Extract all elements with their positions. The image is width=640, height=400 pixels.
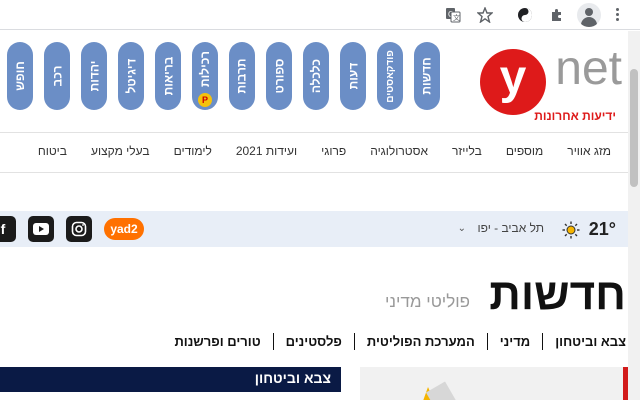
category-pill-podcasts[interactable]: פודקאסטים [377, 42, 403, 110]
category-nav: חדשות פודקאסטים דעות כלכלה ספורט תרבות ר… [7, 42, 440, 110]
featured-image[interactable] [360, 367, 628, 400]
page-title: חדשות [489, 270, 626, 319]
subnav-item-insurance[interactable]: ביטוח [38, 144, 67, 166]
social-links: f yad2 [0, 216, 144, 242]
divider [0, 132, 628, 133]
city-selector[interactable]: תל אביב - יפו [478, 221, 545, 235]
category-pill-news[interactable]: חדשות [414, 42, 440, 110]
youtube-icon[interactable] [28, 216, 54, 242]
category-pill-culture[interactable]: תרבות [229, 42, 255, 110]
logo-net-text: net [555, 42, 622, 95]
tab-political-system[interactable]: המערכת הפוליטית [353, 333, 487, 350]
divider [0, 172, 628, 173]
category-pill-gossip[interactable]: רכילות P [192, 42, 218, 110]
translate-icon[interactable]: G文 [442, 4, 464, 26]
subnav-item-astrology[interactable]: אסטרולוגיה [370, 144, 428, 166]
pplus-badge-icon: P [198, 93, 212, 107]
category-pill-cars[interactable]: רכב [44, 42, 70, 110]
tab-military-security[interactable]: צבא וביטחון [542, 333, 626, 350]
subnav-item-frogi[interactable]: פרוגי [321, 144, 346, 166]
subnav-item-blazer[interactable]: בלייזר [452, 144, 482, 166]
browser-menu-icon[interactable] [610, 7, 624, 23]
category-pill-digital[interactable]: דיגיטל [118, 42, 144, 110]
subnav-item-conferences[interactable]: ועידות 2021 [236, 144, 297, 166]
subnav-item-professionals[interactable]: בעלי מקצוע [91, 144, 150, 166]
ynet-page: y net ידיעות אחרונות חדשות פודקאסטים דעו… [0, 31, 628, 400]
facebook-icon[interactable]: f [0, 216, 16, 242]
sub-nav: מזג אוויר מוספים בלייזר אסטרולוגיה פרוגי… [38, 144, 628, 166]
section-strip[interactable]: צבא וביטחון [0, 367, 341, 392]
category-pill-health[interactable]: בריאות [155, 42, 181, 110]
weather-bar: 21° תל אביב - יפו ⌄ f yad2 [0, 211, 628, 247]
svg-text:文: 文 [453, 13, 460, 22]
ynet-logo[interactable]: y net ידיעות אחרונות [458, 42, 624, 131]
page-subtitle: פוליטי מדיני [385, 292, 470, 311]
chevron-down-icon[interactable]: ⌄ [458, 223, 466, 234]
logo-y-circle: y [480, 49, 546, 115]
yad2-logo[interactable]: yad2 [104, 218, 144, 240]
category-pill-vacation[interactable]: חופש [7, 42, 33, 110]
tab-palestinians[interactable]: פלסטינים [272, 333, 354, 350]
page-scrollbar[interactable] [628, 31, 640, 400]
section-strip-title: צבא וביטחון [254, 370, 331, 386]
category-pill-sports[interactable]: ספורט [266, 42, 292, 110]
subnav-item-studies[interactable]: לימודים [174, 144, 212, 166]
profile-avatar-icon[interactable] [577, 3, 601, 27]
logo-tagline: ידיעות אחרונות [534, 109, 616, 123]
tab-diplomatic[interactable]: מדיני [486, 333, 542, 350]
subnav-item-supplements[interactable]: מוספים [506, 144, 543, 166]
section-tabs: צבא וביטחון מדיני המערכת הפוליטית פלסטינ… [162, 333, 626, 350]
bookmark-star-icon[interactable] [474, 4, 496, 26]
scrollbar-thumb[interactable] [630, 69, 638, 187]
temperature: 21° [588, 219, 616, 239]
instagram-icon[interactable] [66, 216, 92, 242]
browser-toolbar: G文 [0, 0, 640, 30]
tab-columns-analysis[interactable]: טורים ופרשנות [162, 333, 272, 350]
extensions-puzzle-icon[interactable] [546, 4, 568, 26]
category-pill-opinions[interactable]: דעות [340, 42, 366, 110]
category-pill-judaism[interactable]: יהדות [81, 42, 107, 110]
sun-icon [562, 221, 580, 239]
category-pill-economy[interactable]: כלכלה [303, 42, 329, 110]
subnav-item-weather[interactable]: מזג אוויר [567, 144, 611, 166]
color-theme-icon[interactable] [514, 4, 536, 26]
